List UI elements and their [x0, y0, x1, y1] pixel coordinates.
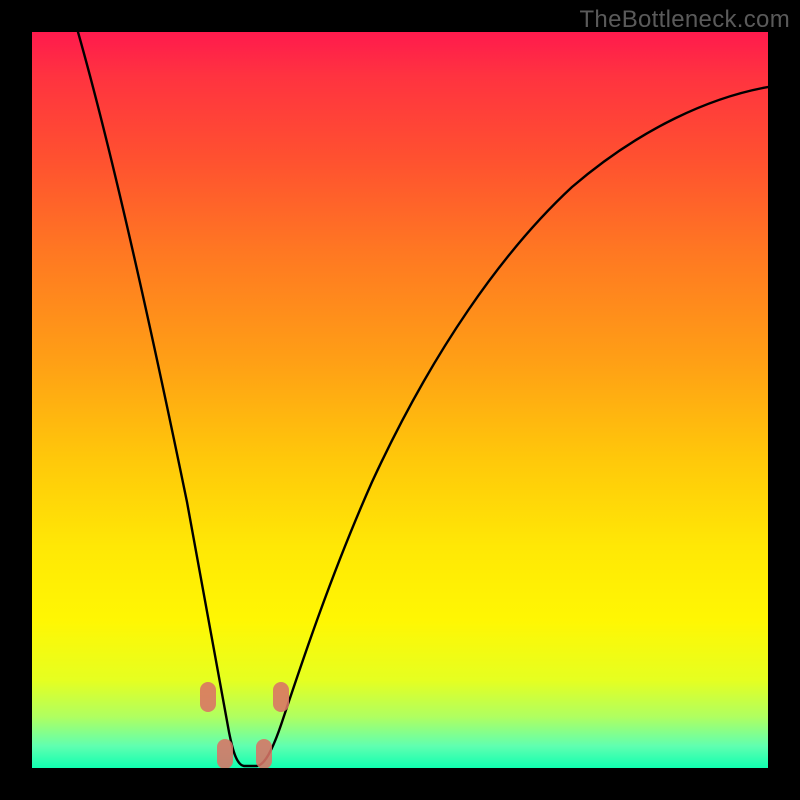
plot-area: [32, 32, 768, 768]
watermark-text: TheBottleneck.com: [579, 6, 790, 34]
marker-left-upper: [200, 682, 216, 712]
curve-svg: [32, 32, 768, 768]
bottleneck-curve: [78, 32, 768, 766]
marker-right-lower: [256, 739, 272, 768]
marker-left-lower: [217, 739, 233, 768]
trough-markers: [200, 682, 289, 768]
marker-right-upper: [273, 682, 289, 712]
chart-frame: TheBottleneck.com: [0, 0, 800, 800]
